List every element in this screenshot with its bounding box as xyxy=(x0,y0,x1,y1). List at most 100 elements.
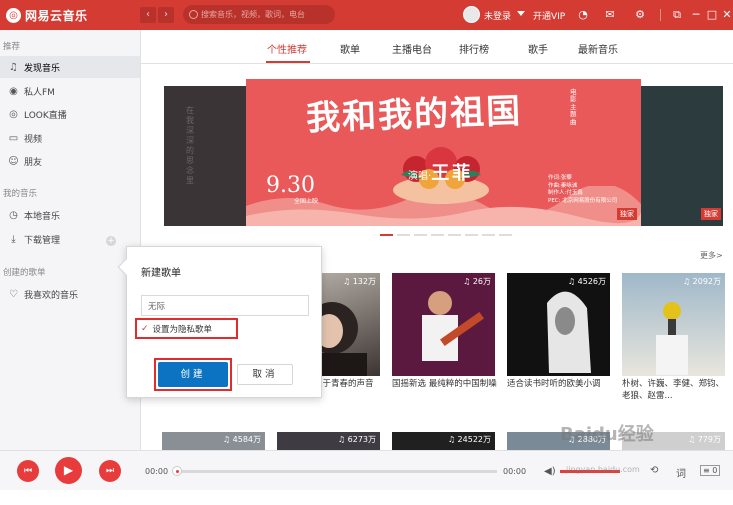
play-count: ♫ 26万 xyxy=(463,277,491,286)
banner-dot[interactable] xyxy=(499,234,512,236)
search-box[interactable] xyxy=(183,5,335,24)
play-count: ♫ 779万 xyxy=(688,435,721,444)
banner-next[interactable]: 独家 xyxy=(641,86,723,226)
cancel-button[interactable]: 取消 xyxy=(237,364,293,385)
checkmark-icon: ✓ xyxy=(141,323,149,334)
login-link[interactable]: 未登录 xyxy=(484,9,511,22)
search-input[interactable] xyxy=(201,10,326,19)
banner-prev-text: 在我深深的思念里 xyxy=(186,106,194,185)
music-note-icon: ♫ xyxy=(9,61,18,73)
add-playlist-icon[interactable]: + xyxy=(106,236,116,246)
mail-icon[interactable]: ✉ xyxy=(603,8,617,21)
tab-radio[interactable]: 主播电台 xyxy=(392,41,432,56)
playlist-card[interactable]: ♫ 26万 xyxy=(392,273,495,376)
play-count-value: 24522万 xyxy=(457,435,491,444)
search-icon xyxy=(189,10,198,19)
chevron-down-icon[interactable] xyxy=(517,11,525,16)
play-count-value: 4584万 xyxy=(232,435,261,444)
dialog-title: 新建歌单 xyxy=(141,268,181,279)
app-logo[interactable]: ◎ 网易云音乐 xyxy=(6,7,88,24)
banner-title: 我和我的祖国 xyxy=(305,91,523,139)
tab-charts[interactable]: 排行榜 xyxy=(459,41,489,56)
playlist-title[interactable]: 国摇新选 最纯粹的中国制噪 xyxy=(392,378,497,390)
sidebar-item-local-music[interactable]: ◷ 本地音乐 xyxy=(0,204,140,226)
playlist-name-input[interactable] xyxy=(141,295,309,316)
playlist-card[interactable]: ♫ 4584万 xyxy=(162,432,265,450)
banner-dot[interactable] xyxy=(380,234,393,236)
back-button[interactable]: ‹ xyxy=(140,7,156,23)
play-count: ♫ 132万 xyxy=(343,277,376,286)
play-count-value: 26万 xyxy=(472,277,491,286)
sidebar: 推荐 ♫ 发现音乐 ◉ 私人FM ◎ LOOK直播 ▭ 视频 ☺ 朋友 我的音乐… xyxy=(0,30,141,450)
mini-mode-icon[interactable]: ⧉ xyxy=(670,8,684,21)
sidebar-item-label: 本地音乐 xyxy=(24,211,61,222)
tab-bar: 个性推荐 歌单 主播电台 排行榜 歌手 最新音乐 xyxy=(141,30,733,64)
singer-prefix: 演唱· xyxy=(408,171,432,182)
vip-link[interactable]: 开通VIP xyxy=(533,9,565,22)
lyrics-icon[interactable]: 词 xyxy=(676,465,686,480)
progress-knob[interactable] xyxy=(172,466,182,476)
close-icon[interactable]: ✕ xyxy=(720,8,733,21)
sidebar-item-liked[interactable]: ♡ 我喜欢的音乐 xyxy=(0,283,140,305)
volume-icon[interactable]: ◀) xyxy=(544,466,556,477)
banner-dot[interactable] xyxy=(431,234,444,236)
skin-icon[interactable]: ◔ xyxy=(576,8,590,21)
tab-recommend[interactable]: 个性推荐 xyxy=(267,41,307,56)
avatar[interactable] xyxy=(463,6,480,23)
sidebar-item-friends[interactable]: ☺ 朋友 xyxy=(0,150,140,172)
private-playlist-checkbox[interactable]: ✓ 设置为隐私歌单 xyxy=(135,318,238,339)
sidebar-item-label: 下载管理 xyxy=(24,235,61,246)
banner-dot[interactable] xyxy=(448,234,461,236)
banner-prev[interactable]: 在我深深的思念里 xyxy=(164,86,246,226)
download-icon: ⤓ xyxy=(11,233,16,245)
live-icon: ◎ xyxy=(9,108,18,120)
sidebar-item-look-live[interactable]: ◎ LOOK直播 xyxy=(0,103,140,125)
banner-dot[interactable] xyxy=(465,234,478,236)
previous-icon: ⏮ xyxy=(23,466,33,476)
previous-track-button[interactable]: ⏮ xyxy=(17,460,39,482)
sidebar-item-discover[interactable]: ♫ 发现音乐 xyxy=(0,56,140,78)
progress-bar[interactable] xyxy=(176,470,497,473)
tab-playlists[interactable]: 歌单 xyxy=(340,41,360,56)
playlist-title[interactable]: 适合读书时听的欧美小调 xyxy=(507,378,612,390)
elapsed-time: 00:00 xyxy=(145,467,169,476)
banner-dot[interactable] xyxy=(414,234,427,236)
play-count-value: 4526万 xyxy=(577,277,606,286)
banner-dot[interactable] xyxy=(482,234,495,236)
settings-icon[interactable]: ⚙ xyxy=(633,8,647,21)
maximize-icon[interactable]: □ xyxy=(705,8,719,21)
loop-icon[interactable]: ⟲ xyxy=(650,465,658,476)
playlist-card[interactable]: ♫ 4526万 xyxy=(507,273,610,376)
create-button[interactable]: 创建 xyxy=(158,362,228,387)
play-count-value: 2092万 xyxy=(692,277,721,286)
sidebar-item-video[interactable]: ▭ 视频 xyxy=(0,127,140,149)
play-count: ♫ 24522万 xyxy=(447,435,491,444)
tab-artists[interactable]: 歌手 xyxy=(528,41,548,56)
play-count: ♫ 6273万 xyxy=(337,435,376,444)
playlist-card[interactable]: ♫ 24522万 xyxy=(392,432,495,450)
minimize-icon[interactable]: ─ xyxy=(689,8,703,21)
playlist-card[interactable]: ♫ 2092万 xyxy=(622,273,725,376)
playlist-title[interactable]: 朴树、许巍、李健、郑钧、老狼、赵雷... xyxy=(622,378,727,403)
playlist-button[interactable]: ≡ 0 xyxy=(700,465,721,476)
sidebar-item-downloads[interactable]: ⤓ 下载管理 xyxy=(0,228,140,250)
play-button[interactable]: ▶ xyxy=(55,457,82,484)
local-music-icon: ◷ xyxy=(9,209,18,221)
banner[interactable]: 我和我的祖国 电影主题曲 9.30 全国上映 演唱·王菲 作词:张藜 作曲:秦咏… xyxy=(246,79,641,226)
tab-new-music[interactable]: 最新音乐 xyxy=(578,41,618,56)
sidebar-item-fm[interactable]: ◉ 私人FM xyxy=(0,80,140,102)
new-playlist-dialog: 新建歌单 ✓ 设置为隐私歌单 创建 取消 xyxy=(117,246,322,398)
playlist-cover-image xyxy=(547,291,591,373)
heart-icon: ♡ xyxy=(9,288,18,300)
banner-vertical-text: 电影主题曲 xyxy=(570,88,577,126)
forward-button[interactable]: › xyxy=(158,7,174,23)
sidebar-heading-recommend: 推荐 xyxy=(3,42,21,52)
banner-dot[interactable] xyxy=(397,234,410,236)
playlist-card[interactable]: ♫ 6273万 xyxy=(277,432,380,450)
exclusive-badge: 独家 xyxy=(617,208,637,220)
next-track-button[interactable]: ⏭ xyxy=(99,460,121,482)
netease-logo-icon: ◎ xyxy=(6,8,21,23)
sidebar-item-label: 发现音乐 xyxy=(24,63,61,74)
more-link[interactable]: 更多> xyxy=(700,250,723,261)
video-icon: ▭ xyxy=(8,132,19,144)
